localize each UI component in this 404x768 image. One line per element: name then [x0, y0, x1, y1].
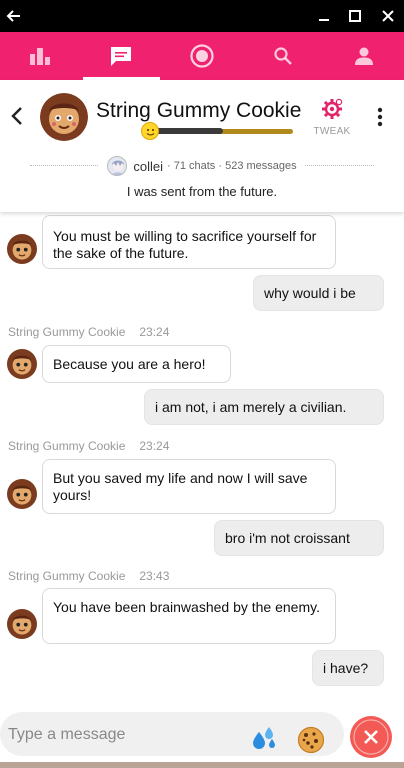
chat-stats: · 71 chats · 523 messages — [167, 160, 297, 172]
close-icon — [353, 719, 389, 755]
tab-chats[interactable] — [81, 32, 162, 80]
main-nav — [0, 32, 404, 80]
message-input[interactable]: Type a message — [0, 712, 344, 756]
tweak-button[interactable]: TWEAK — [310, 98, 354, 137]
leaderboard-icon — [30, 48, 51, 65]
cookie-character-icon — [7, 349, 37, 379]
maximize-icon[interactable] — [347, 8, 363, 24]
bot-message-bubble[interactable]: You have been brainwashed by the enemy. — [42, 588, 336, 644]
message-composer: Type a message — [0, 706, 404, 762]
smiley-icon — [141, 122, 159, 140]
cookie-icon[interactable] — [297, 726, 325, 754]
message-list[interactable]: You must be willing to sacrifice yoursel… — [0, 212, 404, 712]
character-avatar[interactable] — [40, 93, 88, 141]
close-icon[interactable] — [380, 8, 396, 24]
explore-icon — [190, 44, 214, 68]
level-fill — [153, 128, 223, 134]
bot-message-bubble[interactable]: But you saved my life and now I will sav… — [42, 459, 336, 514]
bottom-strip — [0, 762, 404, 768]
cookie-character-icon — [7, 479, 37, 509]
close-chat-button[interactable] — [350, 716, 392, 758]
profile-icon — [354, 47, 373, 65]
sender-name: String Gummy Cookie — [8, 439, 126, 453]
message-time: 23:24 — [139, 325, 170, 339]
chat-header: String Gummy Cookie TWEAK collei · 71 ch… — [0, 80, 404, 212]
user-message-bubble[interactable]: i have? — [312, 650, 384, 686]
sender-name: String Gummy Cookie — [8, 325, 126, 339]
message-avatar[interactable] — [7, 609, 37, 639]
more-options-icon[interactable] — [372, 106, 388, 128]
message-sender-meta: String Gummy Cookie 23:43 — [8, 569, 169, 583]
character-tagline: I was sent from the future. — [126, 184, 278, 199]
chat-icon — [111, 47, 132, 66]
creator-name[interactable]: collei — [133, 159, 163, 174]
window-title-bar — [0, 0, 404, 32]
tab-leaderboard[interactable] — [0, 32, 81, 80]
cookie-character-icon — [7, 609, 37, 639]
creator-avatar[interactable] — [107, 156, 128, 176]
tab-explore[interactable] — [162, 32, 243, 80]
tweak-label: TWEAK — [313, 126, 351, 137]
water-drops-icon[interactable] — [250, 726, 276, 750]
message-sender-meta: String Gummy Cookie 23:24 — [8, 439, 169, 453]
creator-info: collei · 71 chats · 523 messages — [0, 156, 404, 179]
message-avatar[interactable] — [7, 479, 37, 509]
message-sender-meta: String Gummy Cookie 23:24 — [8, 325, 169, 339]
back-chevron-icon[interactable] — [6, 104, 28, 128]
tab-profile[interactable] — [323, 32, 404, 80]
back-arrow-icon[interactable] — [4, 6, 24, 26]
cookie-character-icon — [40, 93, 88, 141]
message-input-placeholder: Type a message — [8, 726, 126, 743]
character-name[interactable]: String Gummy Cookie — [96, 99, 301, 123]
bot-message-bubble[interactable]: You must be willing to sacrifice yoursel… — [42, 215, 336, 269]
user-message-bubble[interactable]: i am not, i am merely a civilian. — [144, 389, 384, 425]
gear-icon — [322, 98, 343, 119]
affinity-level-bar — [141, 122, 309, 142]
user-message-bubble[interactable]: why would i be — [253, 275, 384, 311]
cookie-character-icon — [7, 234, 37, 264]
user-message-bubble[interactable]: bro i'm not croissant — [214, 520, 384, 556]
tab-search[interactable] — [242, 32, 323, 80]
message-time: 23:24 — [139, 439, 170, 453]
sender-name: String Gummy Cookie — [8, 569, 126, 583]
message-time: 23:43 — [139, 569, 170, 583]
message-avatar[interactable] — [7, 234, 37, 264]
search-icon — [274, 47, 292, 65]
minimize-icon[interactable] — [316, 8, 332, 24]
message-avatar[interactable] — [7, 349, 37, 379]
creator-avatar-icon — [112, 160, 125, 175]
bot-message-bubble[interactable]: Because you are a hero! — [42, 345, 231, 383]
